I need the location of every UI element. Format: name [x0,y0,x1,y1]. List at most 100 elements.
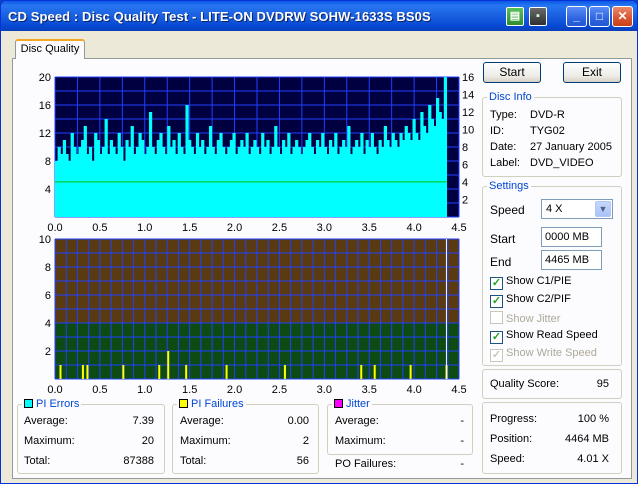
x-tick-label: 0.5 [92,222,107,233]
speed-select[interactable]: 4 X ▼ [541,199,613,219]
y-right-tick-label: 4 [462,177,468,189]
progress-label: Progress: [490,413,538,425]
pi-errors-chart: 20 16 12 8 4 16 14 12 10 8 6 4 2 0.0 0.5 1.0 1.5 2.0 2.5… [39,72,475,233]
current-speed-value: 4.01 X [577,453,609,465]
pie-average-label: Average: [24,415,68,427]
start-label: Start [490,232,516,246]
pif-maximum-label: Maximum: [180,435,231,447]
maximize-button[interactable]: □ [589,6,610,27]
y-tick-label: 4 [45,318,51,330]
checkbox-label: Show C1/PIE [506,275,572,287]
y-tick-label: 8 [45,262,51,274]
y-tick-label: 2 [45,346,51,358]
pif-total-value: 56 [296,455,309,467]
checkbox-box[interactable]: ✓ [490,331,503,344]
copy-icon[interactable]: ▤ [506,7,524,26]
y-tick-label: 20 [39,72,51,84]
x-tick-label: 2.5 [272,222,287,233]
type-label: Type: [490,109,517,121]
checkbox-box[interactable]: ✓ [490,295,503,308]
pif-bar [167,351,170,379]
x-tick-label: 0.0 [47,222,62,233]
pif-total-label: Total: [180,455,207,467]
date-value: 27 January 2005 [530,141,612,153]
y-right-tick-label: 2 [462,195,468,207]
minimize-button[interactable]: _ [566,6,587,27]
start-input[interactable]: 0000 MB [541,227,602,247]
y-tick-label: 10 [39,234,51,246]
jitter-maximum-label: Maximum: [335,435,386,447]
jitter-average-label: Average: [335,415,379,427]
chevron-down-icon[interactable]: ▼ [595,201,611,217]
pif-average-label: Average: [180,415,224,427]
checkbox-1[interactable]: ✓ Show C2/PIF [490,293,571,308]
settings-legend: Settings [489,180,529,192]
y-tick-label: 6 [45,290,51,302]
x-tick-label: 4.5 [451,222,466,233]
x-tick-label: 2.0 [227,384,242,396]
end-input[interactable]: 4465 MB [541,250,602,270]
close-button[interactable]: ✕ [612,6,633,27]
type-value: DVD-R [530,109,565,121]
checkbox-label: Show C2/PIF [506,293,571,305]
pif-bar [409,365,412,379]
pi-failures-chart: 10 8 6 4 2 0.0 0.5 1.0 1.5 2.0 2.5 3.0 3.5 4.0 4.5 [39,234,467,396]
pie-maximum-value: 20 [141,435,154,447]
checkbox-2[interactable]: Show Jitter [490,311,560,325]
pi-failures-legend: PI Failures [177,398,246,410]
checkbox-box[interactable] [490,311,503,324]
pif-average-value: 0.00 [287,415,309,427]
app-window: CD Speed : Disc Quality Test - LITE-ON D… [0,0,638,484]
start-button[interactable]: Start [483,62,541,83]
save-icon[interactable]: ▪ [529,7,547,26]
y-right-tick-label: 8 [462,142,468,154]
checkbox-3[interactable]: ✓ Show Read Speed [490,329,598,344]
quality-score-value: 95 [596,378,609,390]
speed-label: Speed [490,203,525,217]
pif-swatch [179,399,188,408]
x-tick-label: 3.5 [362,222,377,233]
jitter-swatch [334,399,343,408]
x-tick-label: 3.0 [317,222,332,233]
x-tick-label: 2.5 [272,384,287,396]
title-bar[interactable]: CD Speed : Disc Quality Test - LITE-ON D… [1,1,637,31]
window-title: CD Speed : Disc Quality Test - LITE-ON D… [8,9,431,24]
po-failures-value: - [460,458,464,470]
checkbox-label: Show Read Speed [506,329,598,341]
jitter-maximum-value: - [460,435,464,447]
y-tick-label: 8 [45,156,51,168]
x-tick-label: 3.5 [362,384,377,396]
pie-total-value: 87388 [123,455,154,467]
quality-score-label: Quality Score: [490,378,560,390]
x-tick-label: 4.5 [451,384,466,396]
pie-bar [443,77,448,217]
position-value: 4464 MB [564,433,609,445]
exit-button[interactable]: Exit [563,62,621,83]
id-label: ID: [490,125,505,137]
position-label: Position: [490,433,533,445]
pif-bar [373,365,376,379]
x-tick-label: 1.0 [137,222,152,233]
tab-disc-quality[interactable]: Disc Quality [15,39,85,59]
checkbox-0[interactable]: ✓ Show C1/PIE [490,275,571,290]
checkbox-box[interactable]: ✓ [490,349,503,362]
x-tick-label: 0.5 [92,384,107,396]
checkbox-label: Show Write Speed [506,347,597,359]
disc-label-value: DVD_VIDEO [530,157,594,169]
id-value: TYG02 [530,125,565,137]
speed-select-value: 4 X [546,203,563,215]
pie-swatch [24,399,33,408]
y-right-tick-label: 10 [462,125,474,137]
checkbox-box[interactable]: ✓ [490,277,503,290]
checkbox-4[interactable]: ✓ Show Write Speed [490,347,597,362]
pif-bar [360,365,363,379]
po-failures-label: PO Failures: [335,458,397,470]
pie-average-value: 7.39 [132,415,154,427]
pif-bar [225,365,228,379]
pif-bar [185,365,188,379]
jitter-legend: Jitter [332,398,372,410]
x-tick-label: 4.0 [406,222,421,233]
pif-bar [59,365,62,379]
x-tick-label: 3.0 [317,384,332,396]
checkbox-label: Show Jitter [506,313,561,325]
